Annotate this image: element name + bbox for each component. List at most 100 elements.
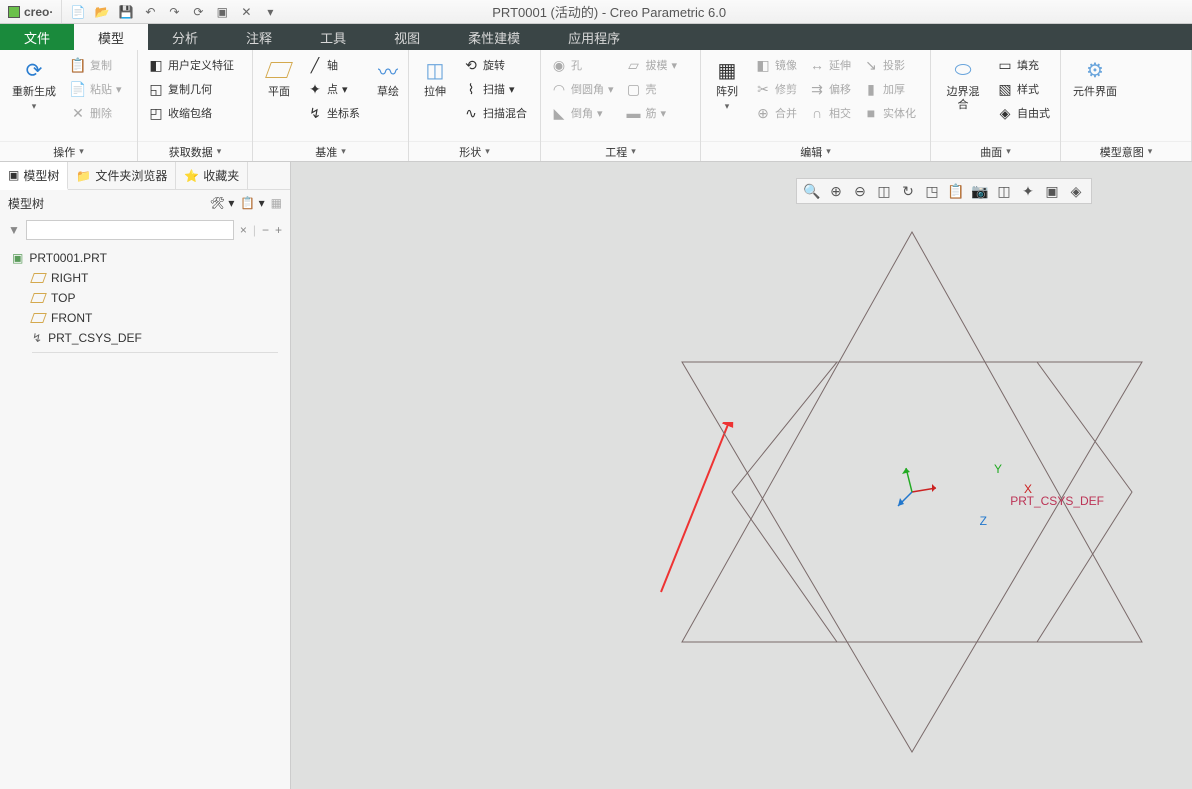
copy-button[interactable]: 📋复制: [66, 54, 126, 76]
undo-icon[interactable]: ↶: [142, 4, 158, 20]
merge-button[interactable]: ⊕合并: [751, 102, 801, 124]
extrude-icon: ◫: [421, 56, 449, 84]
tree-csys[interactable]: ↯ PRT_CSYS_DEF: [12, 328, 278, 348]
shrinkwrap-button[interactable]: ◰收缩包络: [144, 102, 238, 124]
sweep-blend-button[interactable]: ∿扫描混合: [459, 102, 531, 124]
paste-button[interactable]: 📄粘贴 ▾: [66, 78, 126, 100]
save-icon[interactable]: 💾: [118, 4, 134, 20]
saved-view-icon[interactable]: 📋: [945, 181, 967, 201]
named-view-icon[interactable]: ◳: [921, 181, 943, 201]
dropdown-icon[interactable]: ▾: [262, 4, 278, 20]
plane-button[interactable]: 平面: [259, 54, 299, 101]
tree-plane-front[interactable]: FRONT: [12, 308, 278, 328]
new-icon[interactable]: 📄: [70, 4, 86, 20]
copy-geom-button[interactable]: ◱复制几何: [144, 78, 238, 100]
trim-button[interactable]: ✂修剪: [751, 78, 801, 100]
regenerate-button[interactable]: ⟳ 重新生成 ▾: [6, 54, 62, 114]
revolve-button[interactable]: ⟲旋转: [459, 54, 531, 76]
offset-button[interactable]: ⇉偏移: [805, 78, 855, 100]
zoom-fit-icon[interactable]: 🔍: [801, 181, 823, 201]
axis-y-label: Y: [994, 462, 1002, 476]
tab-annotate[interactable]: 注释: [222, 24, 296, 50]
zoom-out-icon[interactable]: ⊖: [849, 181, 871, 201]
style-button[interactable]: ▧样式: [993, 78, 1054, 100]
tab-flex[interactable]: 柔性建模: [444, 24, 544, 50]
draft-button[interactable]: ▱拔模 ▾: [622, 54, 682, 76]
rib-button[interactable]: ▬筋 ▾: [622, 102, 682, 124]
udf-button[interactable]: ◧用户定义特征: [144, 54, 238, 76]
zoom-in-icon[interactable]: ⊕: [825, 181, 847, 201]
tab-file[interactable]: 文件: [0, 24, 74, 50]
mirror-button[interactable]: ◧镜像: [751, 54, 801, 76]
redo-icon[interactable]: ↷: [166, 4, 182, 20]
tab-model[interactable]: 模型: [74, 24, 148, 50]
extrude-button[interactable]: ◫ 拉伸: [415, 54, 455, 101]
project-button[interactable]: ↘投影: [859, 54, 920, 76]
comp-iface-icon: ⚙: [1081, 56, 1109, 84]
tab-favorites[interactable]: ⭐收藏夹: [176, 162, 248, 189]
extend-button[interactable]: ↔延伸: [805, 54, 855, 76]
point-button[interactable]: ✦点 ▾: [303, 78, 364, 100]
tab-view[interactable]: 视图: [370, 24, 444, 50]
group-edit[interactable]: 编辑: [701, 141, 930, 161]
filter-icon[interactable]: ▼: [8, 223, 20, 237]
graphics-canvas[interactable]: 🔍 ⊕ ⊖ ◫ ↻ ◳ 📋 📷 ◫ ✦ ▣ ◈: [291, 162, 1192, 789]
sweep-button[interactable]: ⌇扫描 ▾: [459, 78, 531, 100]
tab-tools[interactable]: 工具: [296, 24, 370, 50]
perspective-icon[interactable]: ◈: [1065, 181, 1087, 201]
open-icon[interactable]: 📂: [94, 4, 110, 20]
group-ops[interactable]: 操作: [0, 141, 137, 161]
sketch-button[interactable]: 〰 草绘: [368, 54, 408, 101]
shell-button[interactable]: ▢壳: [622, 78, 682, 100]
paste-icon: 📄: [70, 81, 86, 97]
display-style-icon[interactable]: ◫: [993, 181, 1015, 201]
layout-icon[interactable]: ▦: [271, 196, 282, 210]
group-eng[interactable]: 工程: [541, 141, 700, 161]
group-intent[interactable]: 模型意图: [1061, 141, 1191, 161]
logo-text: creo·: [24, 5, 53, 19]
plane-icon: [30, 273, 47, 283]
axis-button[interactable]: ╱轴: [303, 54, 364, 76]
copy-icon: 📋: [70, 57, 86, 73]
tree-plane-right[interactable]: RIGHT: [12, 268, 278, 288]
tree-plane-top[interactable]: TOP: [12, 288, 278, 308]
chamfer-button[interactable]: ◣倒角 ▾: [547, 102, 618, 124]
copy-geom-icon: ◱: [148, 81, 164, 97]
tools-icon[interactable]: 🛠 ▾: [210, 196, 235, 210]
delete-button[interactable]: ✕删除: [66, 102, 126, 124]
thicken-button[interactable]: ▮加厚: [859, 78, 920, 100]
regen-quick-icon[interactable]: ⟳: [190, 4, 206, 20]
datum-display-icon[interactable]: ✦: [1017, 181, 1039, 201]
annotation-icon[interactable]: ▣: [1041, 181, 1063, 201]
hole-button[interactable]: ◉孔: [547, 54, 618, 76]
group-surface[interactable]: 曲面: [931, 141, 1060, 161]
tab-folder-browser[interactable]: 📁文件夹浏览器: [68, 162, 176, 189]
round-button[interactable]: ◠倒圆角 ▾: [547, 78, 618, 100]
search-input[interactable]: [26, 220, 234, 240]
clear-icon[interactable]: ×: [240, 223, 247, 237]
tab-model-tree[interactable]: ▣模型树: [0, 162, 68, 190]
group-shape[interactable]: 形状: [409, 141, 540, 161]
csys-button[interactable]: ↯坐标系: [303, 102, 364, 124]
collapse-icon[interactable]: −: [262, 223, 269, 237]
comp-iface-button[interactable]: ⚙ 元件界面: [1067, 54, 1123, 101]
window-icon[interactable]: ▣: [214, 4, 230, 20]
tab-analysis[interactable]: 分析: [148, 24, 222, 50]
solidify-button[interactable]: ■实体化: [859, 102, 920, 124]
tab-apps[interactable]: 应用程序: [544, 24, 644, 50]
settings-icon[interactable]: 📋 ▾: [240, 196, 264, 210]
snapshot-icon[interactable]: 📷: [969, 181, 991, 201]
fill-button[interactable]: ▭填充: [993, 54, 1054, 76]
close-icon[interactable]: ✕: [238, 4, 254, 20]
expand-icon[interactable]: +: [275, 223, 282, 237]
refit-icon[interactable]: ◫: [873, 181, 895, 201]
spin-icon[interactable]: ↻: [897, 181, 919, 201]
intersect-button[interactable]: ∩相交: [805, 102, 855, 124]
tree-root[interactable]: ▣ PRT0001.PRT: [12, 248, 278, 268]
regenerate-label: 重新生成: [12, 86, 56, 99]
boundary-button[interactable]: ⬭ 边界混合: [937, 54, 989, 114]
group-datum[interactable]: 基准: [253, 141, 408, 161]
freestyle-button[interactable]: ◈自由式: [993, 102, 1054, 124]
group-getdata[interactable]: 获取数据: [138, 141, 252, 161]
pattern-button[interactable]: ▦ 阵列 ▾: [707, 54, 747, 114]
